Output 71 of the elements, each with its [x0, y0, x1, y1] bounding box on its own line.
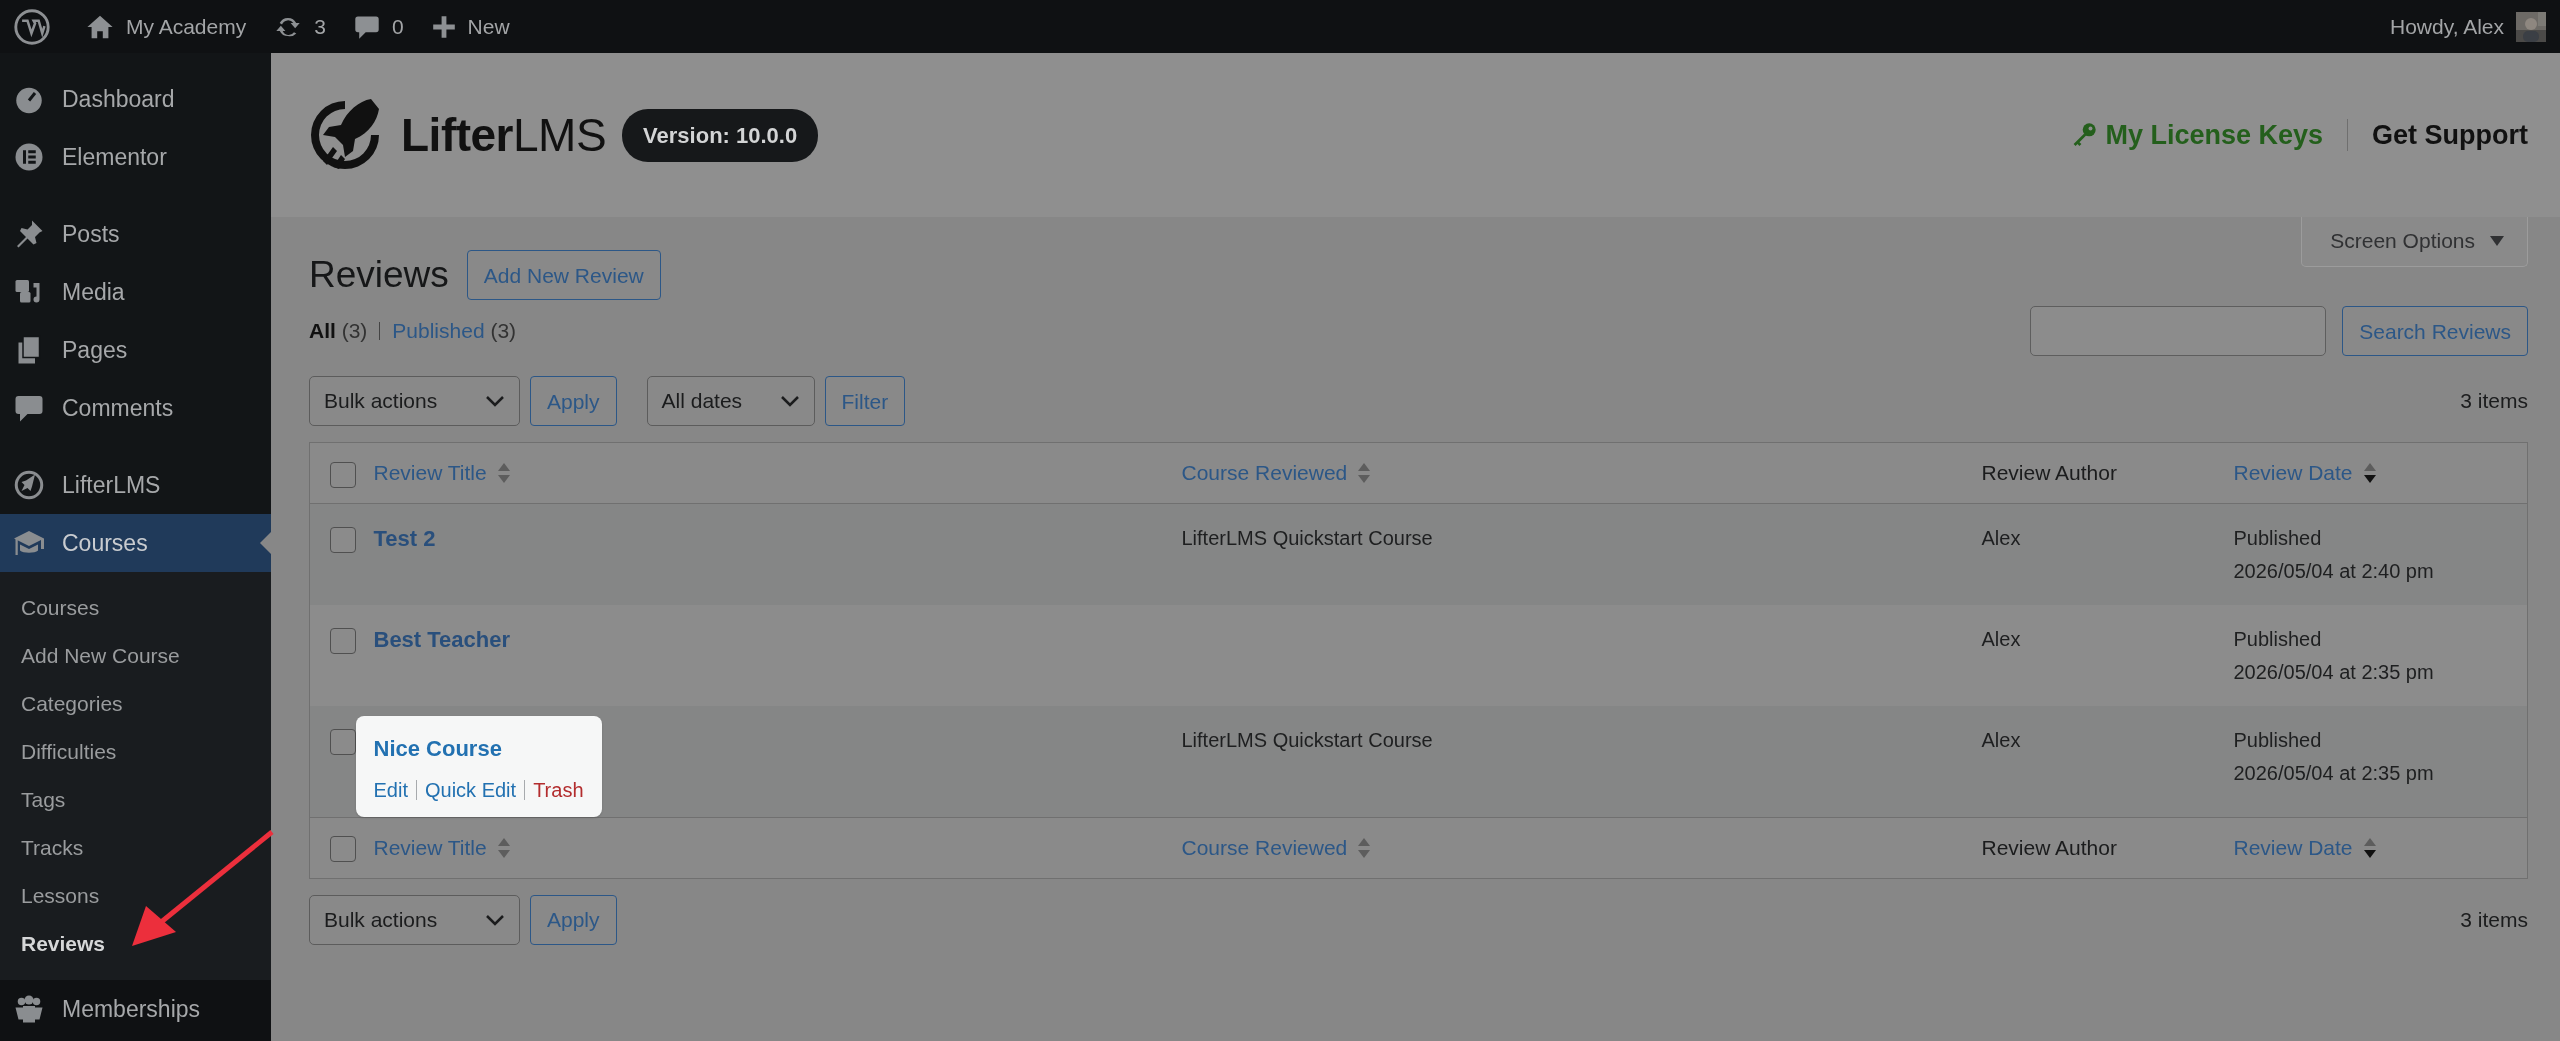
review-name-link[interactable]: Nice Course	[373, 731, 502, 765]
bulk-actions-select[interactable]: Bulk actions	[309, 376, 520, 426]
comment-icon	[14, 393, 44, 423]
checkbox[interactable]	[330, 836, 356, 863]
submenu-item[interactable]: Tags	[0, 776, 271, 824]
table-cell: LifterLMS Quickstart Course	[1181, 728, 1433, 751]
updates-link[interactable]: 3	[274, 10, 326, 43]
sidebar-item[interactable]: Pages	[0, 321, 271, 379]
page-title: Reviews	[309, 252, 449, 297]
chevron-down-icon	[779, 395, 800, 407]
submenu-item[interactable]: Add New Course	[0, 632, 271, 680]
checkbox[interactable]	[330, 728, 356, 755]
author-link[interactable]: Alex	[1981, 627, 2021, 650]
row-action-link[interactable]: Trash	[533, 774, 584, 805]
home-icon	[86, 13, 114, 40]
sidebar-item[interactable]: Comments	[0, 379, 271, 437]
comments-link[interactable]: 0	[353, 10, 404, 43]
wordpress-logo-icon[interactable]	[14, 8, 50, 45]
bulk-actions-select[interactable]: Bulk actions	[309, 894, 520, 945]
submenu-item[interactable]: Difficulties	[0, 728, 271, 776]
submenu-item[interactable]: Courses	[0, 584, 271, 632]
item-count: 3 items	[2460, 388, 2528, 415]
view-filter-link[interactable]: Published (3)	[392, 315, 517, 347]
view-filter-link[interactable]: All (3)	[309, 315, 368, 347]
submenu-item[interactable]: Lessons	[0, 872, 271, 920]
row-action-link[interactable]: Quick Edit	[424, 774, 517, 805]
key-icon	[2071, 122, 2098, 148]
date-filter-select[interactable]: All dates	[646, 376, 815, 426]
status-text: Published	[2233, 727, 2323, 753]
sort-arrows-icon[interactable]	[2362, 836, 2377, 859]
support-link[interactable]: Get Support	[2372, 114, 2528, 156]
sidebar-item[interactable]: LifterLMS	[0, 456, 271, 514]
new-link[interactable]: New	[431, 10, 510, 43]
status-text: Published	[2233, 526, 2323, 551]
sidebar-item[interactable]: Dashboard	[0, 70, 271, 128]
row-action-link[interactable]: Edit	[373, 774, 408, 805]
sidebar-item[interactable]: Courses	[0, 514, 271, 572]
date-text: 2026/05/04 at 2:35 pm	[2233, 760, 2435, 786]
status-text: Published	[2233, 626, 2323, 652]
submenu-item[interactable]: Reviews	[0, 920, 271, 968]
graduation-cap-icon	[14, 528, 44, 558]
column-header: Review Author	[1981, 835, 2117, 859]
elementor-icon	[14, 142, 44, 172]
brand-name: LifterLMS	[401, 107, 607, 163]
sidebar-item[interactable]: Posts	[0, 205, 271, 263]
checkbox[interactable]	[330, 461, 356, 488]
table-cell: LifterLMS Quickstart Course	[1181, 527, 1433, 549]
date-text: 2026/05/04 at 2:40 pm	[2233, 559, 2435, 584]
checkbox[interactable]	[330, 527, 356, 554]
sort-arrows-icon[interactable]	[2362, 462, 2377, 484]
sidebar-item[interactable]: Elementor	[0, 128, 271, 186]
people-icon	[14, 994, 44, 1024]
author-link[interactable]: Alex	[1981, 728, 2021, 751]
version-badge: Version: 10.0.0	[622, 108, 819, 162]
sidebar-item[interactable]: Media	[0, 263, 271, 321]
item-count: 3 items	[2460, 906, 2528, 933]
checkbox[interactable]	[330, 627, 356, 654]
chevron-down-icon	[485, 395, 505, 407]
account-menu[interactable]: Howdy, Alex	[2390, 10, 2546, 43]
date-text: 2026/05/04 at 2:35 pm	[2233, 659, 2435, 685]
chevron-down-icon	[485, 913, 505, 926]
search-field[interactable]	[2030, 306, 2327, 356]
plus-icon	[431, 14, 456, 39]
submenu-item[interactable]: Tracks	[0, 824, 271, 872]
rocket-icon	[14, 470, 44, 500]
screen-options-button[interactable]: Screen Options	[2301, 217, 2528, 267]
submenu-item[interactable]: Categories	[0, 680, 271, 728]
caret-icon	[2489, 234, 2505, 247]
column-header: Review Author	[1981, 461, 2117, 485]
site-link[interactable]: My Academy	[86, 10, 247, 43]
author-link[interactable]: Alex	[1981, 527, 2021, 549]
